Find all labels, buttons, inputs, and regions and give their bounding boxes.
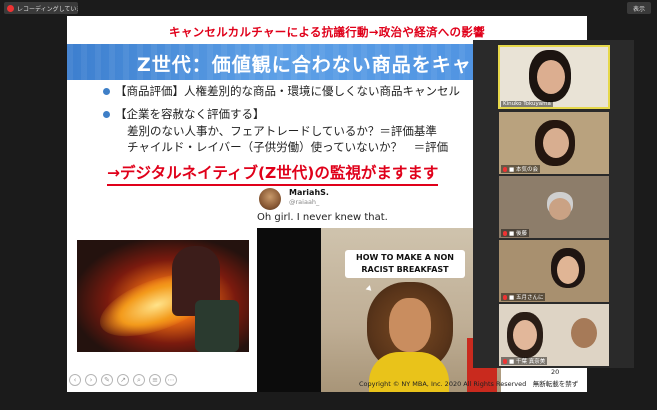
participant-tile[interactable]: ■ 本気の会 xyxy=(499,112,609,174)
participant-name: Kinuko Tokuyama xyxy=(501,101,553,107)
participant-face xyxy=(571,318,597,348)
participant-panel: Kinuko Tokuyama ■ 本気の会 ■ 後藤 ■ 五月さんに ■ 千葉… xyxy=(473,40,634,368)
zoom-meeting-window: レコーディングしています... 表示 キャンセルカルチャーによる抗議行動→政治や… xyxy=(0,0,657,410)
participant-tile[interactable]: ■ 五月さんに xyxy=(499,240,609,302)
sub-line-child-labor: チャイルド・レイバー（子供労働）使っていないか？ ＝評価 xyxy=(127,140,449,154)
bullet-dot-icon xyxy=(103,111,110,118)
prev-icon[interactable]: ‹ xyxy=(69,374,81,386)
next-icon[interactable]: › xyxy=(85,374,97,386)
participant-name: ■ 千葉 真奈美 xyxy=(501,357,548,365)
participant-tile[interactable]: Kinuko Tokuyama xyxy=(498,45,610,109)
pointer-icon[interactable]: ↗ xyxy=(117,374,129,386)
participant-face xyxy=(537,60,565,94)
participant-face xyxy=(513,320,537,350)
avatar xyxy=(259,188,281,210)
bullet-dot-icon xyxy=(103,88,110,95)
participant-name: ■ 後藤 xyxy=(501,229,529,237)
top-bar: レコーディングしています... 表示 xyxy=(0,0,657,16)
sub-line-criteria: 差別のない人事か、フェアトレードしているか？＝評価基準 xyxy=(127,124,437,138)
slide-page-number: 20 xyxy=(551,368,560,376)
participant-tile[interactable]: ■ 千葉 真奈美 xyxy=(499,304,609,366)
digital-native-statement: →デジタルネイティブ(Z世代)の監視がますます xyxy=(107,161,439,186)
recording-label: レコーディングしています... xyxy=(17,5,78,13)
participant-name: ■ 五月さんに xyxy=(501,293,546,301)
embedded-video[interactable]: HOW TO MAKE A NON RACIST BREAKFAST xyxy=(257,228,501,392)
slide-nav-toolbar: ‹ › ✎ ↗ ⌕ ≡ ⋯ xyxy=(69,374,177,386)
participant-face xyxy=(557,256,579,284)
participant-tile[interactable]: ■ 後藤 xyxy=(499,176,609,238)
participant-name: ■ 本気の会 xyxy=(501,165,540,173)
participant-face xyxy=(549,198,571,220)
video-person-face xyxy=(389,298,431,352)
video-caption: HOW TO MAKE A NON RACIST BREAKFAST xyxy=(345,250,465,278)
slide-footer: Copyright © NY MBA, Inc. 2020 All Rights… xyxy=(359,380,579,388)
mic-muted-icon xyxy=(503,295,507,300)
zoom-icon[interactable]: ⌕ xyxy=(133,374,145,386)
bullet-company-evaluation: 【企業を容赦なく評価する】 xyxy=(115,107,265,121)
recording-indicator[interactable]: レコーディングしています... xyxy=(4,2,78,14)
record-icon xyxy=(7,4,14,12)
tweet-author-handle: @raiaah_ xyxy=(289,198,320,206)
bullet-product-evaluation: 【商品評価】人権差別的な商品・環境に優しくない商品キャンセル xyxy=(115,84,460,98)
more-icon[interactable]: ⋯ xyxy=(165,374,177,386)
tweet-text: Oh girl. I never knew that. xyxy=(257,212,388,223)
character-body xyxy=(195,300,239,352)
mic-muted-icon xyxy=(503,167,507,172)
tweet-author-name: MariahS. xyxy=(289,188,329,197)
pen-icon[interactable]: ✎ xyxy=(101,374,113,386)
mic-muted-icon xyxy=(503,359,507,364)
mic-muted-icon xyxy=(503,231,507,236)
view-button[interactable]: 表示 xyxy=(627,2,651,14)
menu-icon[interactable]: ≡ xyxy=(149,374,161,386)
participant-face xyxy=(543,128,569,158)
anime-illustration xyxy=(77,240,249,352)
video-dark-area xyxy=(257,228,321,392)
